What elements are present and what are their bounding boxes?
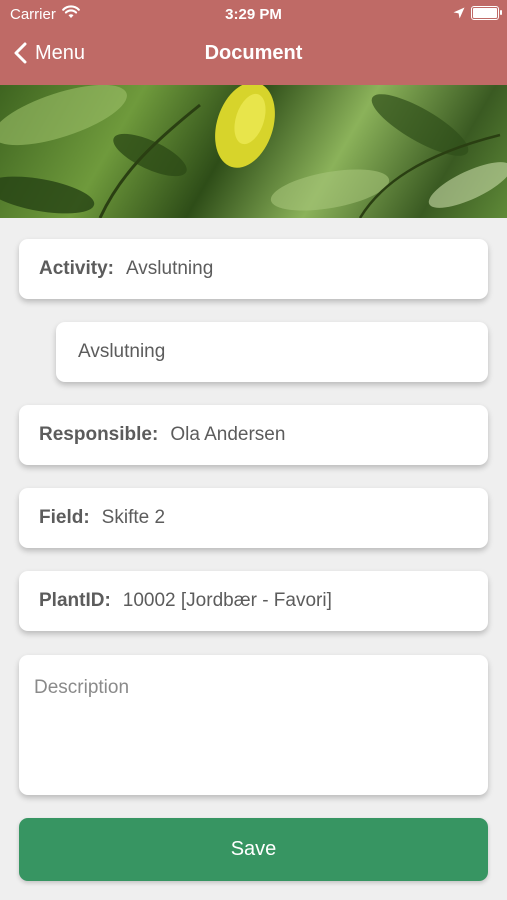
status-bar: Carrier 3:29 PM [0,0,507,28]
description-input[interactable]: Description [19,655,488,795]
top-bar: Carrier 3:29 PM Menu Document [0,0,507,85]
activity-value: Avslutning [125,258,214,279]
page-title: Document [204,42,303,64]
field-value: Skifte 2 [101,507,166,528]
plant-id-value: 10002 [Jordbær - Favori] [122,590,332,611]
plant-id-field[interactable]: PlantID: 10002 [Jordbær - Favori] [19,571,488,631]
plant-id-label: PlantID: [39,590,111,611]
navigation-bar: Menu Document [0,28,507,85]
battery-icon [471,6,502,20]
sub-activity-value: Avslutning [78,341,166,362]
responsible-field[interactable]: Responsible: Ola Andersen [19,405,488,465]
activity-label: Activity: [39,258,114,279]
header-plant-image [0,85,507,218]
location-arrow-icon [453,6,465,24]
sub-activity-field[interactable]: Avslutning [56,322,488,382]
save-button[interactable]: Save [19,818,488,881]
save-button-label: Save [230,838,277,860]
activity-field[interactable]: Activity: Avslutning [19,239,488,299]
responsible-label: Responsible: [39,424,159,445]
description-placeholder: Description [34,677,130,698]
field-label: Field: [39,507,90,528]
clock: 3:29 PM [225,6,282,23]
responsible-value: Ola Andersen [170,424,286,445]
field-selector[interactable]: Field: Skifte 2 [19,488,488,548]
